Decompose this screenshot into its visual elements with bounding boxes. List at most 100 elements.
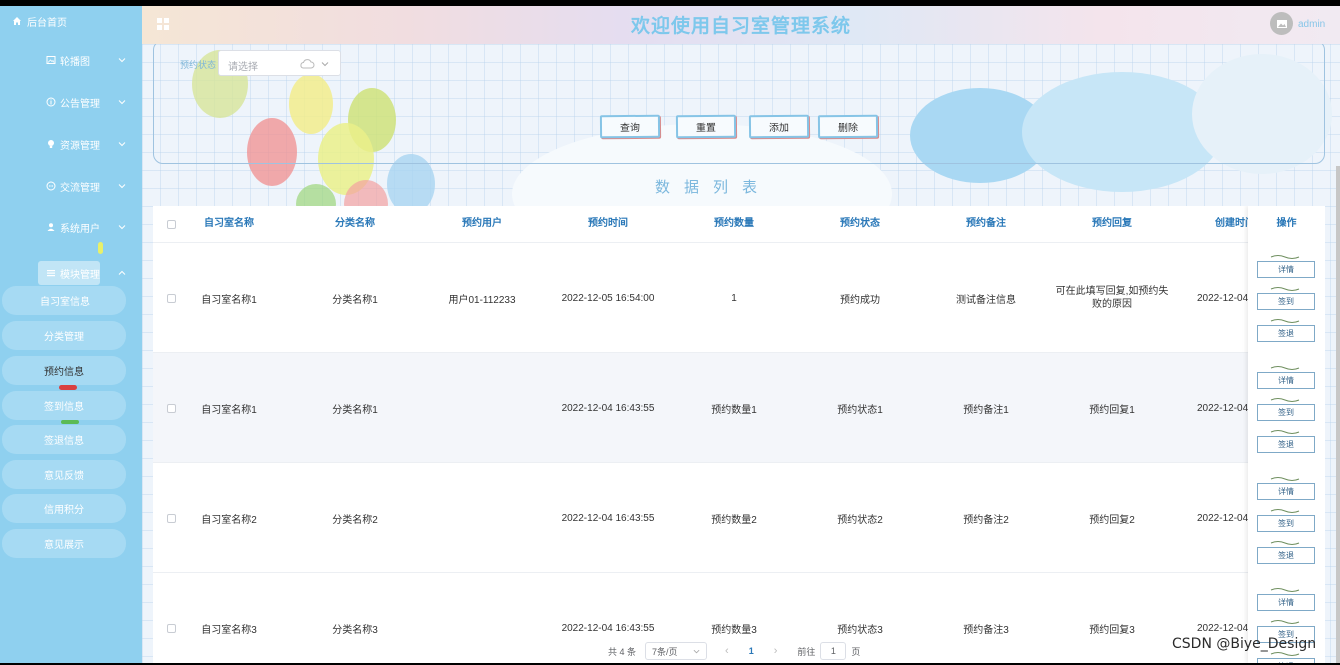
cell-category: 分类名称3: [332, 624, 378, 636]
signout-button[interactable]: 签退: [1257, 658, 1315, 663]
page-number[interactable]: 1: [749, 646, 754, 656]
sidebar-menu-label: 资源管理: [60, 140, 100, 152]
detail-button[interactable]: 详情: [1257, 372, 1315, 389]
cell-reply: 预约回复2: [1089, 514, 1135, 526]
decoration: [98, 242, 103, 254]
leaf-decoration-icon: [1270, 366, 1300, 370]
leaf-decoration-icon: [1270, 398, 1300, 402]
cell-category: 分类名称1: [332, 404, 378, 416]
cell-reply: 预约回复3: [1089, 624, 1135, 636]
cell-category: 分类名称2: [332, 514, 378, 526]
app-frame: 后台首页 轮播图 公告管理 资源管理 交流管理 系统用户 模块管理 自习室信息 …: [0, 6, 1340, 663]
goto-page-input[interactable]: 1: [820, 642, 847, 660]
row-checkbox[interactable]: [166, 293, 176, 303]
sidebar-subitem-booking[interactable]: 预约信息: [2, 356, 126, 385]
add-button[interactable]: 添加: [748, 114, 810, 139]
leaf-decoration-icon: [1270, 588, 1300, 592]
row-checkbox[interactable]: [166, 403, 176, 413]
watermark: CSDN @Biye_Design: [1172, 636, 1317, 652]
sidebar-menu-resource[interactable]: 资源管理: [0, 126, 142, 162]
column-header[interactable]: 预约时间: [545, 206, 671, 242]
cloud-icon: [300, 59, 315, 69]
cell-qty: 1: [731, 292, 737, 304]
table-row[interactable]: 自习室名称2 分类名称2 2022-12-04 16:43:55 预约数量2 预…: [153, 462, 1325, 572]
chevron-down-icon: [693, 649, 700, 653]
sidebar-menu-users[interactable]: 系统用户: [0, 209, 142, 245]
column-header[interactable]: 预约数量: [671, 206, 797, 242]
user-icon: [47, 223, 55, 231]
cell-name: 自习室名称2: [201, 514, 257, 526]
scrollbar[interactable]: [1336, 166, 1340, 663]
select-all-checkbox[interactable]: [166, 219, 176, 229]
detail-button[interactable]: 详情: [1257, 483, 1315, 500]
sidebar-subitem-signout[interactable]: 签退信息: [2, 425, 126, 454]
sidebar-subitem-signin[interactable]: 签到信息: [2, 391, 126, 420]
decoration: [59, 385, 77, 390]
pagination-total: 共 4 条: [608, 646, 637, 657]
signout-button[interactable]: 签退: [1257, 325, 1315, 342]
cell-name: 自习室名称3: [201, 624, 257, 636]
leaf-decoration-icon: [1270, 620, 1300, 624]
sidebar-menu-carousel[interactable]: 轮播图: [0, 42, 142, 78]
home-icon: [13, 17, 21, 25]
chevron-down-icon: [118, 142, 126, 147]
sidebar-subitem-credit[interactable]: 信用积分: [2, 494, 126, 523]
pagination: 共 4 条 7条/页 ‹ 1 › 前往 1 页: [608, 641, 860, 661]
row-checkbox[interactable]: [166, 623, 176, 633]
cell-remark: 预约备注3: [963, 624, 1009, 636]
cell-user: [419, 353, 545, 463]
sidebar-menu-forum[interactable]: 交流管理: [0, 168, 142, 204]
signout-button[interactable]: 签退: [1257, 547, 1315, 564]
sidebar-menu-label: 交流管理: [60, 182, 100, 194]
next-page-button[interactable]: ›: [774, 645, 778, 657]
column-header[interactable]: 预约备注: [923, 206, 1049, 242]
cell-user: [419, 463, 545, 573]
detail-button[interactable]: 详情: [1257, 594, 1315, 611]
decoration: [61, 420, 79, 424]
leaf-decoration-icon: [1270, 430, 1300, 434]
row-checkbox-cell: [153, 573, 189, 663]
column-header[interactable]: 自习室名称: [189, 206, 269, 242]
signin-button[interactable]: 签到: [1257, 515, 1315, 532]
prev-page-button[interactable]: ‹: [725, 645, 729, 657]
bulb-icon: [48, 140, 54, 148]
signout-button[interactable]: 签退: [1257, 436, 1315, 453]
sidebar-subitem-category[interactable]: 分类管理: [2, 321, 126, 350]
sidebar-subitem-opinion[interactable]: 意见展示: [2, 529, 126, 558]
leaf-decoration-icon: [1270, 319, 1300, 323]
sidebar-subitem-feedback[interactable]: 意见反馈: [2, 460, 126, 489]
sidebar-menu-notice[interactable]: 公告管理: [0, 84, 142, 120]
query-button[interactable]: 查询: [599, 114, 661, 139]
cell-time: 2022-12-04 16:43:55: [561, 402, 655, 414]
status-filter-label: 预约状态: [180, 60, 217, 70]
page-suffix: 页: [851, 646, 861, 657]
username[interactable]: admin: [1298, 19, 1325, 30]
row-checkbox[interactable]: [166, 513, 176, 523]
table-header: 自习室名称 分类名称 预约用户 预约时间 预约数量 预约状态 预约备注 预约回复…: [153, 206, 1325, 242]
table-row[interactable]: 自习室名称1 分类名称1 2022-12-04 16:43:55 预约数量1 预…: [153, 352, 1325, 462]
delete-button[interactable]: 删除: [817, 114, 879, 139]
sidebar-home[interactable]: 后台首页: [0, 6, 142, 36]
main-content: 预约状态 请选择 查询 重置 添加 删除 数据列表 自习室名称 分类名称 预约用…: [142, 44, 1340, 663]
leaf-decoration-icon: [1270, 287, 1300, 291]
page-title: 欢迎使用自习室管理系统: [630, 16, 851, 37]
detail-button[interactable]: 详情: [1257, 261, 1315, 278]
table-row[interactable]: 自习室名称1 分类名称1 用户01-112233 2022-12-05 16:5…: [153, 242, 1325, 352]
status-filter-select[interactable]: 请选择: [218, 50, 341, 76]
column-header[interactable]: 预约用户: [419, 206, 545, 242]
signin-button[interactable]: 签到: [1257, 404, 1315, 421]
page-size-select[interactable]: 7条/页: [645, 642, 708, 660]
cell-status: 预约成功: [840, 294, 880, 306]
row-checkbox-cell: [153, 463, 189, 573]
sidebar-subitem-studyroom[interactable]: 自习室信息: [2, 286, 126, 315]
operations-column: 操作 详情 签到 签退 详情 签到 签退 详情 签到 签退 详情 签到: [1248, 206, 1325, 663]
avatar[interactable]: [1270, 12, 1293, 35]
column-header[interactable]: 预约回复: [1049, 206, 1175, 242]
cell-qty: 预约数量2: [711, 514, 757, 526]
reset-button[interactable]: 重置: [675, 114, 737, 139]
column-header[interactable]: 预约状态: [797, 206, 923, 242]
list-title: 数据列表: [654, 179, 771, 196]
select-all-cell: [153, 206, 189, 242]
signin-button[interactable]: 签到: [1257, 293, 1315, 310]
column-header[interactable]: 分类名称: [293, 206, 417, 242]
